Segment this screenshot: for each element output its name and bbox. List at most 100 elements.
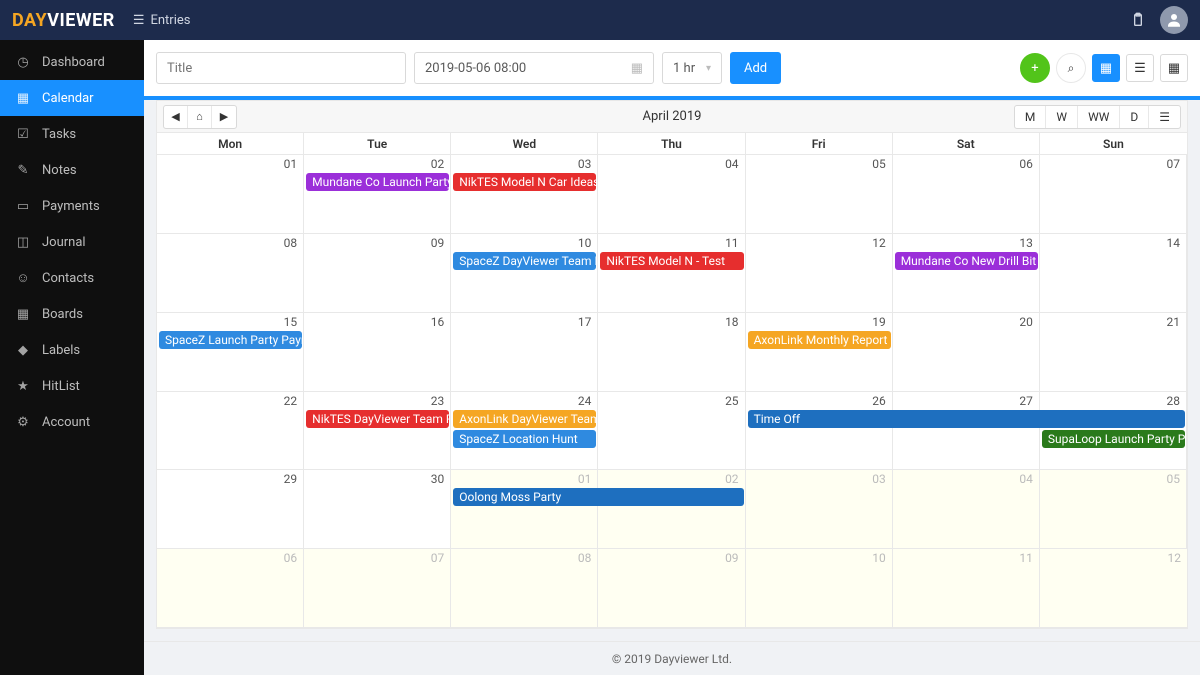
event[interactable]: NikTES Model N Car Ideas bbox=[453, 173, 596, 191]
day-number: 05 bbox=[872, 157, 886, 171]
nav-hitlist[interactable]: ★HitList bbox=[0, 368, 144, 404]
nav-labels[interactable]: ◆Labels bbox=[0, 332, 144, 368]
day-cell[interactable]: 03 bbox=[746, 470, 893, 548]
view-workweek[interactable]: WW bbox=[1078, 106, 1120, 128]
day-cell[interactable]: 09 bbox=[304, 234, 451, 312]
day-cell[interactable]: 07 bbox=[304, 549, 451, 627]
event[interactable]: Time Off bbox=[748, 410, 1185, 428]
view-list-toggle[interactable]: ☰ bbox=[1126, 54, 1154, 82]
next-button[interactable]: ▶ bbox=[212, 106, 236, 128]
day-cell[interactable]: 21 bbox=[1040, 313, 1187, 391]
day-number: 09 bbox=[725, 551, 739, 565]
day-cell[interactable]: 29 bbox=[157, 470, 304, 548]
event[interactable]: Mundane Co Launch Party … bbox=[306, 173, 449, 191]
day-cell[interactable]: 02 bbox=[598, 470, 745, 548]
nav-journal[interactable]: ◫Journal bbox=[0, 224, 144, 260]
title-input[interactable] bbox=[156, 52, 406, 84]
day-cell[interactable]: 10 bbox=[746, 549, 893, 627]
event[interactable]: SpaceZ DayViewer Team Ro… bbox=[453, 252, 596, 270]
week-row: 060708 09 1011 12 bbox=[157, 549, 1187, 628]
view-agenda[interactable]: ☰ bbox=[1149, 106, 1180, 128]
day-cell[interactable]: 20 bbox=[893, 313, 1040, 391]
day-cell[interactable]: 13 bbox=[893, 234, 1040, 312]
duration-select[interactable]: 1 hr▾ bbox=[662, 52, 722, 84]
entries-menu[interactable]: ☰ Entries bbox=[133, 13, 191, 28]
day-cell[interactable]: 04 bbox=[893, 470, 1040, 548]
nav-label: Contacts bbox=[42, 271, 94, 286]
event[interactable]: SupaLoop Launch Party Pa… bbox=[1042, 430, 1185, 448]
event[interactable]: SpaceZ Location Hunt bbox=[453, 430, 596, 448]
day-cell[interactable]: 15 bbox=[157, 313, 304, 391]
week-row: 22232425262728NikTES DayViewer Team Room… bbox=[157, 392, 1187, 471]
day-cell[interactable]: 12 bbox=[746, 234, 893, 312]
day-cell[interactable]: 03 bbox=[451, 155, 598, 233]
duration-value: 1 hr bbox=[673, 61, 695, 76]
event[interactable]: NikTES Model N - Test bbox=[600, 252, 743, 270]
event[interactable]: NikTES DayViewer Team Room bbox=[306, 410, 449, 428]
day-cell[interactable]: 04 bbox=[598, 155, 745, 233]
day-number: 12 bbox=[1167, 551, 1181, 565]
day-number: 26 bbox=[872, 394, 886, 408]
day-cell[interactable]: 16 bbox=[304, 313, 451, 391]
day-cell[interactable]: 08 bbox=[157, 234, 304, 312]
nav-calendar[interactable]: ▦Calendar bbox=[0, 80, 144, 116]
day-cell[interactable]: 11 bbox=[893, 549, 1040, 627]
event[interactable]: AxonLink DayViewer Team … bbox=[453, 410, 596, 428]
view-calendar-toggle[interactable]: ▦ bbox=[1092, 54, 1120, 82]
day-cell[interactable]: 14 bbox=[1040, 234, 1187, 312]
view-day[interactable]: D bbox=[1120, 106, 1149, 128]
day-cell[interactable]: 17 bbox=[451, 313, 598, 391]
day-cell[interactable]: 10 bbox=[451, 234, 598, 312]
prev-button[interactable]: ◀ bbox=[164, 106, 188, 128]
dow-header: Fri bbox=[746, 133, 893, 154]
nav-account[interactable]: ⚙Account bbox=[0, 404, 144, 440]
day-cell[interactable]: 19 bbox=[746, 313, 893, 391]
day-number: 03 bbox=[578, 157, 592, 171]
day-cell[interactable]: 06 bbox=[893, 155, 1040, 233]
day-cell[interactable]: 09 bbox=[598, 549, 745, 627]
day-number: 30 bbox=[431, 472, 445, 486]
calendar-icon: ▦ bbox=[16, 91, 30, 106]
view-grid-toggle[interactable]: ▦ bbox=[1160, 54, 1188, 82]
day-cell[interactable]: 06 bbox=[157, 549, 304, 627]
new-button[interactable]: + bbox=[1020, 53, 1050, 83]
event[interactable]: AxonLink Monthly Report bbox=[748, 331, 891, 349]
day-cell[interactable]: 30 bbox=[304, 470, 451, 548]
event[interactable]: SpaceZ Launch Party Paym… bbox=[159, 331, 302, 349]
view-month[interactable]: M bbox=[1015, 106, 1046, 128]
avatar[interactable] bbox=[1160, 6, 1188, 34]
day-cell[interactable]: 07 bbox=[1040, 155, 1187, 233]
today-button[interactable]: ⌂ bbox=[188, 106, 212, 128]
day-cell[interactable]: 05 bbox=[746, 155, 893, 233]
day-cell[interactable]: 26 bbox=[746, 392, 893, 470]
day-cell[interactable]: 08 bbox=[451, 549, 598, 627]
nav-boards[interactable]: ▦Boards bbox=[0, 296, 144, 332]
clipboard-icon[interactable] bbox=[1124, 6, 1152, 34]
day-cell[interactable]: 22 bbox=[157, 392, 304, 470]
day-cell[interactable]: 18 bbox=[598, 313, 745, 391]
day-cell[interactable]: 01 bbox=[157, 155, 304, 233]
nav-dashboard[interactable]: ◷Dashboard bbox=[0, 44, 144, 80]
day-cell[interactable]: 27 bbox=[893, 392, 1040, 470]
event[interactable]: Mundane Co New Drill Bit bbox=[895, 252, 1038, 270]
book-icon: ◫ bbox=[16, 235, 30, 250]
view-week[interactable]: W bbox=[1046, 106, 1078, 128]
dow-header: Sun bbox=[1040, 133, 1187, 154]
day-cell[interactable]: 25 bbox=[598, 392, 745, 470]
day-cell[interactable]: 11 bbox=[598, 234, 745, 312]
nav-tasks[interactable]: ☑Tasks bbox=[0, 116, 144, 152]
day-cell[interactable]: 12 bbox=[1040, 549, 1187, 627]
nav-notes[interactable]: ✎Notes bbox=[0, 152, 144, 188]
day-cell[interactable]: 01 bbox=[451, 470, 598, 548]
day-number: 09 bbox=[431, 236, 445, 250]
day-cell[interactable]: 23 bbox=[304, 392, 451, 470]
nav-payments[interactable]: ▭Payments bbox=[0, 188, 144, 224]
day-cell[interactable]: 05 bbox=[1040, 470, 1187, 548]
nav-contacts[interactable]: ☺Contacts bbox=[0, 260, 144, 296]
date-input[interactable]: 2019-05-06 08:00▦ bbox=[414, 52, 654, 84]
search-button[interactable]: ⌕ bbox=[1056, 53, 1086, 83]
event[interactable]: Oolong Moss Party bbox=[453, 488, 743, 506]
day-cell[interactable]: 02 bbox=[304, 155, 451, 233]
entry-toolbar: 2019-05-06 08:00▦ 1 hr▾ Add + ⌕ ▦ ☰ ▦ bbox=[144, 40, 1200, 100]
add-button[interactable]: Add bbox=[730, 52, 781, 84]
